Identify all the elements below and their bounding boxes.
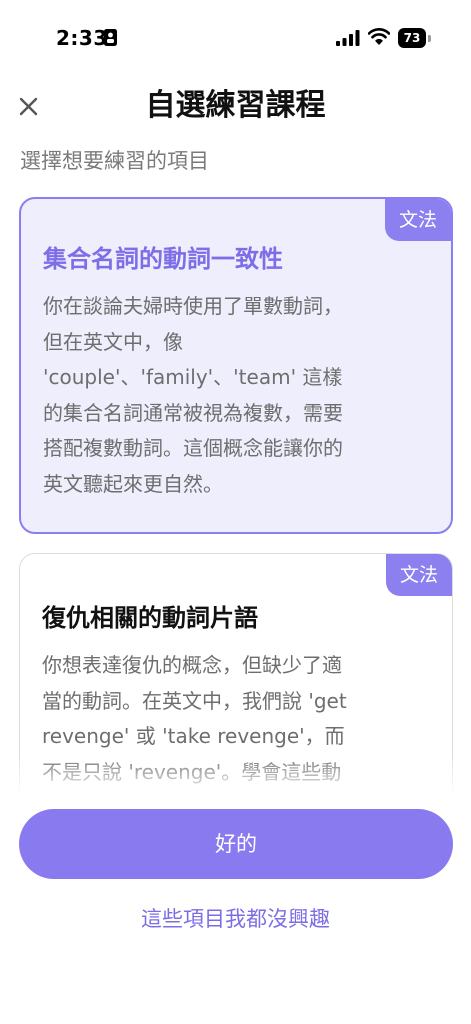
battery-icon: 73 [398, 28, 432, 48]
not-interested-link[interactable]: 這些項目我都沒興趣 [0, 902, 471, 936]
lesson-card[interactable]: 文法 復仇相關的動詞片語 你想表達復仇的概念，但缺少了適 當的動詞。在英文中，我… [19, 553, 453, 793]
card-description-line: 當的動詞。在英文中，我們說 'get [42, 688, 347, 713]
confirm-button[interactable]: 好的 [19, 809, 453, 879]
card-description: 你在談論夫婦時使用了單數動詞， 但在英文中，像 'couple'、'family… [43, 289, 435, 502]
page-title: 自選練習課程 [145, 88, 326, 123]
card-description-line: 不是只說 'revenge'。學會這些動 [42, 759, 342, 784]
category-tag: 文法 [386, 554, 452, 596]
card-description-line: revenge' 或 'take revenge'，而 [42, 724, 345, 748]
card-description-line: 你在談論夫婦時使用了單數動詞， [43, 294, 343, 318]
card-description-line: 你想表達復仇的概念，但缺少了適 [42, 653, 342, 677]
card-description-line: 'couple'、'family'、'team' 這樣 [43, 365, 343, 389]
card-description-line: 搭配複數動詞。這個概念能讓你的 [43, 436, 343, 460]
card-title: 集合名詞的動詞一致性 [43, 245, 283, 273]
signal-icon [336, 30, 360, 46]
battery-level: 73 [398, 28, 426, 48]
card-description-line: 英文聽起來更自然。 [43, 471, 223, 496]
status-bar: 2:33 73 [0, 0, 471, 72]
status-time: 2:33 [56, 26, 108, 50]
card-title: 復仇相關的動詞片語 [42, 604, 258, 632]
lesson-list[interactable]: 文法 集合名詞的動詞一致性 你在談論夫婦時使用了單數動詞， 但在英文中，像 'c… [0, 195, 471, 793]
lock-icon [104, 29, 117, 46]
card-description-line: 的集合名詞通常被視為複數，需要 [43, 400, 343, 425]
lesson-card-selected[interactable]: 文法 集合名詞的動詞一致性 你在談論夫婦時使用了單數動詞， 但在英文中，像 'c… [19, 197, 453, 534]
card-description-line: 但在英文中，像 [43, 329, 183, 354]
card-description: 你想表達復仇的概念，但缺少了適 當的動詞。在英文中，我們說 'get reven… [42, 648, 434, 790]
wifi-icon [368, 28, 390, 45]
battery-cap [428, 35, 431, 42]
page-subtitle: 選擇想要練習的項目 [20, 149, 209, 173]
category-tag: 文法 [385, 199, 451, 241]
